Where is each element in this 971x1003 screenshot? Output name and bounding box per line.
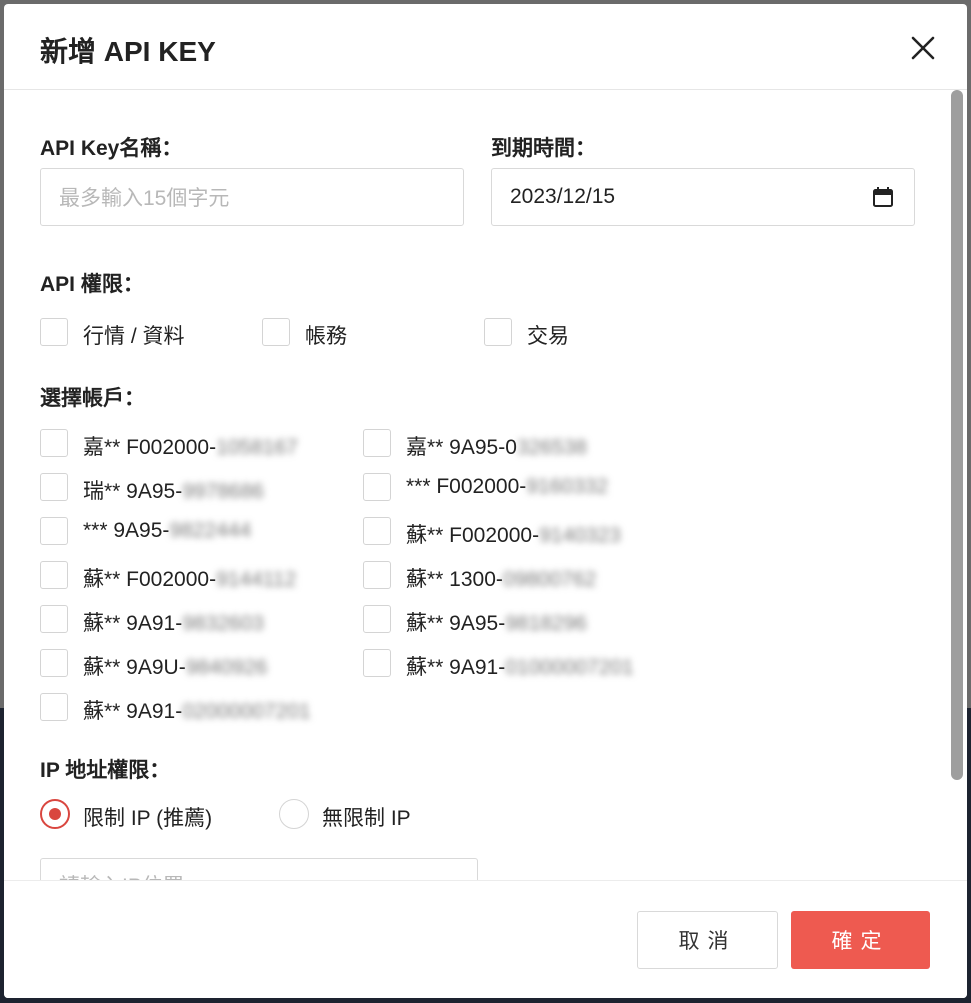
account-checkbox[interactable] — [363, 429, 391, 457]
ip-address-placeholder: 請輸入IP位置 — [59, 870, 184, 880]
ip-permission-label: IP 地址權限： — [40, 759, 171, 782]
account-label: 蘇** F002000-9140323 — [406, 524, 621, 547]
cancel-button[interactable]: 取消 — [637, 911, 778, 969]
masked-account-number: 9832603 — [182, 612, 264, 635]
restrict-ip-radio[interactable] — [40, 799, 70, 829]
account-checkbox[interactable] — [363, 605, 391, 633]
masked-account-number: 02000007201 — [182, 700, 311, 723]
api-key-name-placeholder: 最多輸入15個字元 — [59, 187, 230, 210]
account-label: 嘉** 9A95-0326538 — [406, 436, 587, 459]
masked-account-number: 09800762 — [502, 568, 597, 591]
masked-account-number: 9818296 — [505, 612, 587, 635]
expiry-label: 到期時間： — [491, 137, 596, 160]
add-api-key-dialog: 新增 API KEY API Key名稱： 最多輸入15個字元 到期時間： 20… — [4, 4, 967, 998]
masked-account-number: 1058167 — [216, 436, 298, 459]
account-checkbox[interactable] — [363, 561, 391, 589]
masked-account-number: 01000007201 — [505, 656, 634, 679]
ip-address-input[interactable]: 請輸入IP位置 — [40, 858, 478, 880]
account-label: 蘇** 9A9U-9840926 — [83, 656, 268, 679]
account-label: 蘇** 1300-09800762 — [406, 568, 597, 591]
permission-market-data-label: 行情 / 資料 — [83, 325, 185, 348]
account-checkbox[interactable] — [40, 429, 68, 457]
account-label: 瑞** 9A95-9978686 — [83, 480, 264, 503]
account-label: 蘇** F002000-9144112 — [83, 568, 297, 591]
account-checkbox[interactable] — [40, 605, 68, 633]
permission-trading-label: 交易 — [527, 325, 569, 348]
dialog-header: 新增 API KEY — [4, 4, 967, 90]
permission-accounting-label: 帳務 — [305, 325, 347, 348]
permission-accounting-checkbox[interactable] — [262, 318, 290, 346]
account-label: 嘉** F002000-1058167 — [83, 436, 298, 459]
account-label: 蘇** 9A91-01000007201 — [406, 656, 634, 679]
confirm-button[interactable]: 確定 — [791, 911, 930, 969]
account-checkbox[interactable] — [363, 517, 391, 545]
account-label: *** 9A95-9822444 — [83, 519, 252, 542]
dialog-body: API Key名稱： 最多輸入15個字元 到期時間： 2023/12/15 AP… — [4, 90, 967, 880]
expiry-date-input[interactable]: 2023/12/15 — [491, 168, 915, 226]
dialog-footer: 取消 確定 — [4, 880, 967, 998]
account-label: *** F002000-9160332 — [406, 475, 609, 498]
masked-account-number: 326538 — [516, 436, 587, 459]
unrestricted-ip-radio[interactable] — [279, 799, 309, 829]
masked-account-number: 9978686 — [182, 480, 264, 503]
masked-account-number: 9144112 — [216, 568, 297, 591]
select-account-label: 選擇帳戶： — [40, 387, 145, 410]
permission-trading-checkbox[interactable] — [484, 318, 512, 346]
api-permissions-label: API 權限： — [40, 273, 144, 296]
account-checkbox[interactable] — [40, 693, 68, 721]
api-key-name-input[interactable]: 最多輸入15個字元 — [40, 168, 464, 226]
account-checkbox[interactable] — [40, 473, 68, 501]
close-button[interactable] — [909, 34, 937, 62]
calendar-icon[interactable] — [872, 186, 894, 208]
dialog-scrollbar[interactable] — [951, 90, 963, 780]
close-icon — [911, 36, 935, 60]
permission-market-data-checkbox[interactable] — [40, 318, 68, 346]
account-label: 蘇** 9A91-9832603 — [83, 612, 264, 635]
account-checkbox[interactable] — [40, 561, 68, 589]
account-checkbox[interactable] — [40, 517, 68, 545]
masked-account-number: 9160332 — [526, 475, 609, 498]
expiry-date-value: 2023/12/15 — [510, 185, 616, 208]
masked-account-number: 9822444 — [169, 519, 252, 542]
account-checkbox[interactable] — [40, 649, 68, 677]
api-key-name-label: API Key名稱： — [40, 137, 183, 160]
masked-account-number: 9840926 — [185, 656, 268, 679]
account-label: 蘇** 9A95-9818296 — [406, 612, 587, 635]
unrestricted-ip-label: 無限制 IP — [322, 807, 411, 830]
account-checkbox[interactable] — [363, 473, 391, 501]
masked-account-number: 9140323 — [539, 524, 621, 547]
restrict-ip-label: 限制 IP (推薦) — [83, 807, 213, 830]
account-label: 蘇** 9A91-02000007201 — [83, 700, 311, 723]
dialog-title: 新增 API KEY — [40, 36, 216, 67]
account-checkbox[interactable] — [363, 649, 391, 677]
